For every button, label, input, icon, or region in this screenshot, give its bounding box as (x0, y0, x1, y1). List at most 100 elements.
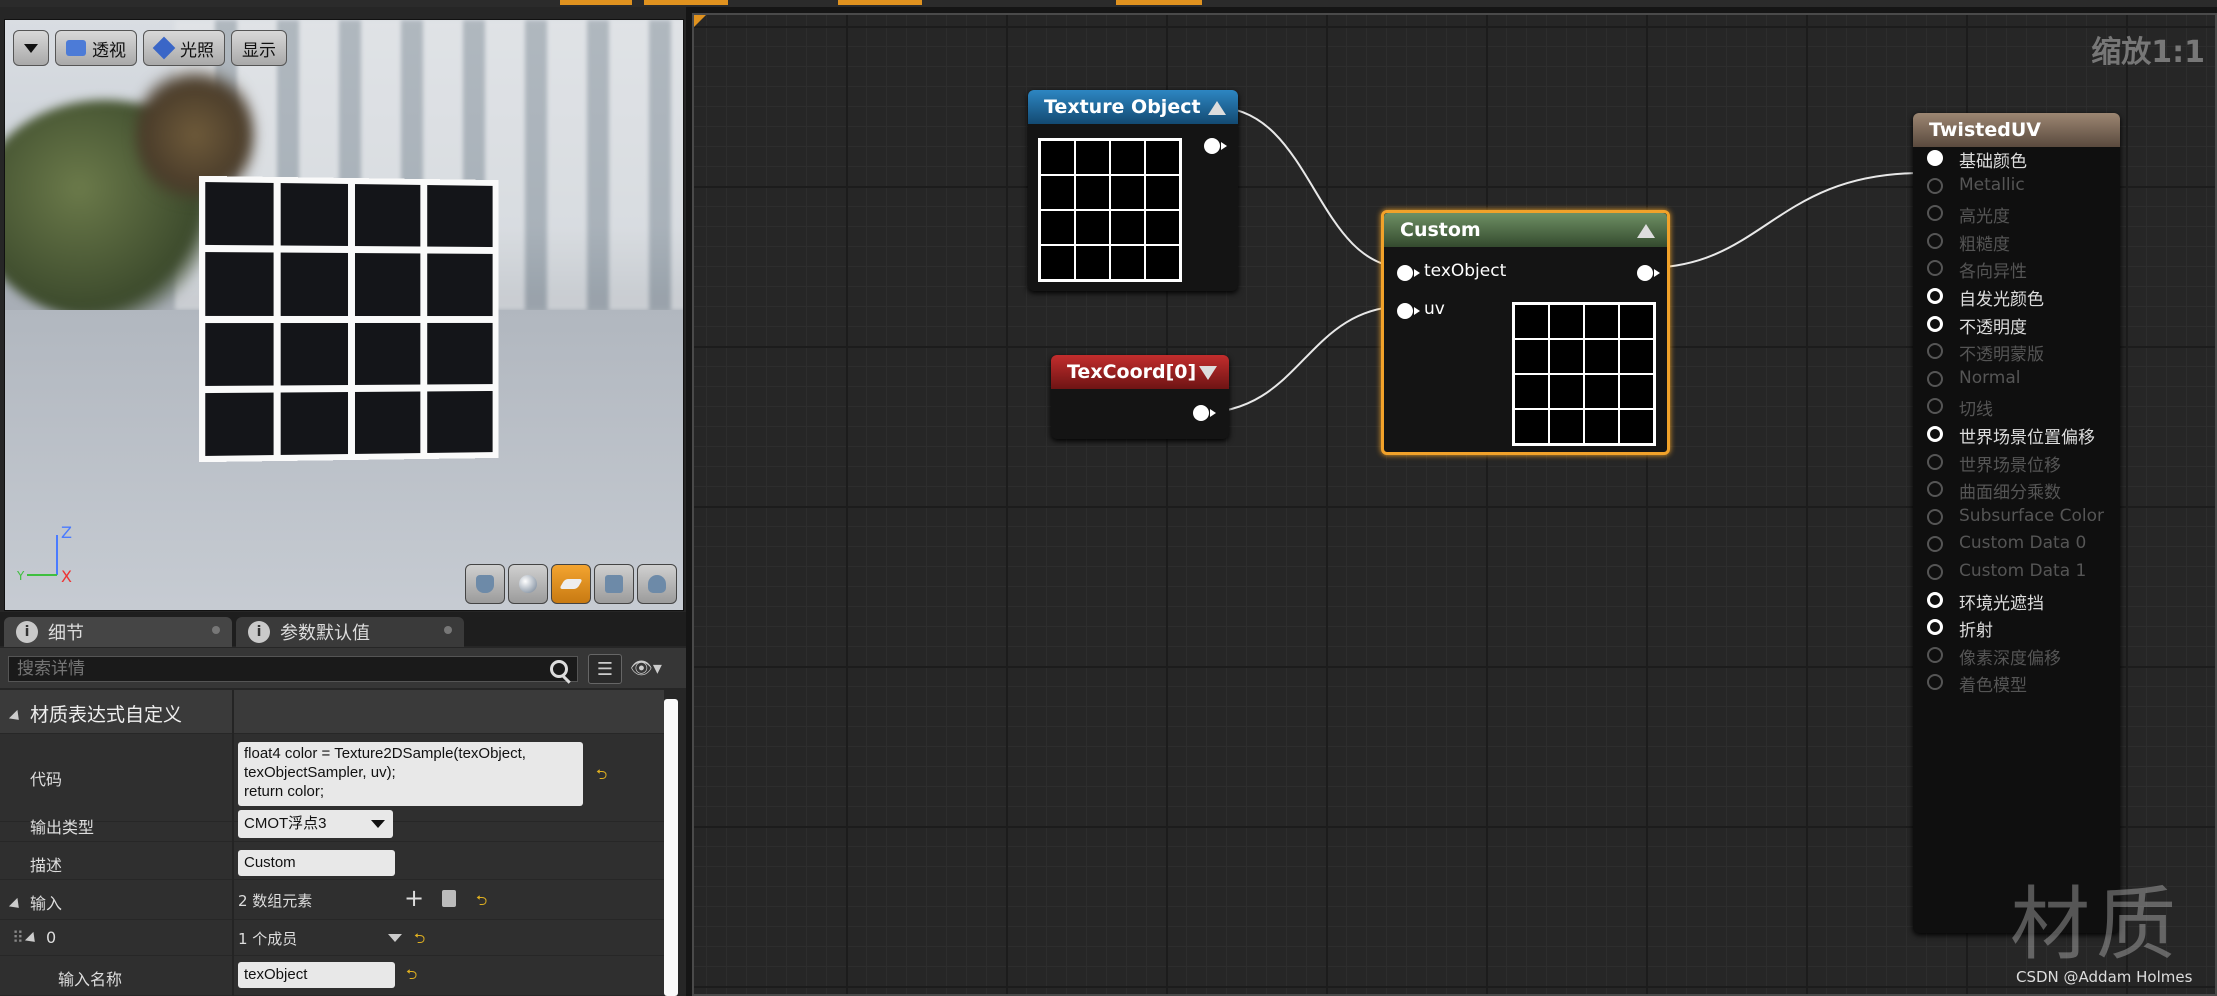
tab-indicator[interactable] (644, 0, 728, 5)
node-header: Texture Object (1028, 90, 1238, 124)
description-label: 描述 (30, 856, 63, 875)
output-type-dropdown[interactable]: CMOT浮点3 (238, 810, 393, 838)
top-tab-strip (0, 0, 2217, 7)
twisteduv-output-node[interactable]: TwistedUV 基础颜色 Metallic 高光度 粗糙度 各向异性 自发光颜色 不透明… (1913, 113, 2120, 933)
sphere-preview-button[interactable] (508, 564, 548, 604)
input-pin[interactable] (1927, 398, 1943, 415)
collapse-icon[interactable] (1637, 224, 1655, 238)
close-tab-icon[interactable] (444, 626, 452, 634)
uv-input-pin[interactable] (1397, 303, 1420, 319)
texobject-input-pin[interactable] (1397, 265, 1420, 281)
custom-node[interactable]: Custom texObject uv (1381, 210, 1670, 455)
input-pin[interactable] (1927, 288, 1943, 304)
wire-base-color (1644, 172, 1923, 269)
input-element-row[interactable]: ⠿ 0 1 个成员 ⮌ (0, 920, 664, 956)
tab-indicator[interactable] (560, 0, 632, 5)
watermark-text: 材质 (2010, 878, 2182, 971)
description-field[interactable]: Custom (238, 850, 395, 876)
tab-indicator[interactable] (1116, 0, 1202, 5)
reset-to-default-icon[interactable]: ⮌ (414, 928, 425, 952)
trash-icon[interactable] (442, 890, 456, 907)
credit-text: CSDN @Addam Holmes (2016, 968, 2193, 986)
input-pin[interactable] (1927, 177, 1943, 194)
eye-icon: 👁▾ (630, 658, 662, 679)
details-scrollbar[interactable] (664, 699, 678, 996)
plane-icon (559, 579, 583, 589)
details-search-row: ☰ 👁▾ (0, 648, 686, 688)
input-pin[interactable] (1927, 481, 1943, 498)
input-pin[interactable] (1927, 260, 1943, 277)
reset-to-default-icon[interactable]: ⮌ (476, 890, 487, 914)
input-pin[interactable] (1927, 315, 1943, 332)
input-pin[interactable] (1927, 646, 1943, 663)
search-details-input[interactable] (8, 656, 578, 682)
node-header: Custom (1384, 213, 1667, 247)
input-pin[interactable] (1927, 205, 1943, 222)
code-textbox[interactable]: float4 color = Texture2DSample(texObject… (238, 742, 583, 806)
output-pin[interactable] (1193, 405, 1216, 421)
preview-viewport[interactable]: 透视 光照 显示 Z X Y (4, 19, 684, 611)
output-type-row: 输出类型 CMOT浮点3 (0, 806, 664, 842)
plane-preview-button[interactable] (551, 564, 591, 604)
input-pin[interactable] (1927, 619, 1943, 636)
texture-object-node[interactable]: Texture Object (1028, 90, 1238, 291)
input-pin[interactable] (1927, 508, 1943, 525)
lighting-button[interactable]: 光照 (143, 30, 225, 66)
property-matrix-button[interactable]: ☰ (588, 654, 622, 684)
node-header: TwistedUV (1913, 113, 2120, 147)
material-input-label: 世界场景位移 (1959, 455, 2061, 476)
input-pin[interactable] (1927, 564, 1943, 580)
tab-parameter-defaults[interactable]: i 参数默认值 (236, 617, 464, 647)
input-name-label: 输入名称 (58, 970, 123, 989)
lit-cube-icon (152, 36, 176, 60)
reset-to-default-icon[interactable]: ⮌ (406, 964, 417, 988)
texcoord-node[interactable]: TexCoord[0] (1051, 355, 1229, 439)
material-input-label: 曲面细分乘数 (1959, 483, 2061, 504)
drag-handle-icon[interactable]: ⠿ (12, 928, 24, 947)
output-pin[interactable] (1204, 138, 1227, 154)
search-icon[interactable] (550, 660, 568, 678)
details-tabs: i 细节 i 参数默认值 (0, 612, 686, 647)
visibility-options-button[interactable]: 👁▾ (630, 658, 678, 680)
input-name-field[interactable]: texObject (238, 962, 395, 988)
input-pin[interactable] (1927, 591, 1943, 608)
expand-icon[interactable] (1199, 366, 1217, 380)
input-pin[interactable] (1927, 674, 1943, 691)
teapot-preview-button[interactable] (637, 564, 677, 604)
reset-to-default-icon[interactable]: ⮌ (596, 764, 607, 788)
info-icon: i (248, 621, 270, 643)
material-input-label: 不透明度 (1959, 317, 2027, 338)
tab-details[interactable]: i 细节 (4, 617, 232, 647)
input-pin[interactable] (1927, 453, 1943, 470)
wire-uv (1198, 305, 1408, 414)
add-element-icon[interactable]: + (404, 884, 424, 912)
input-pin[interactable] (1927, 370, 1943, 387)
custom-preview (1512, 302, 1656, 446)
input-members: 1 个成员 (238, 930, 298, 948)
tab-indicator[interactable] (838, 0, 922, 5)
close-tab-icon[interactable] (212, 626, 220, 634)
material-input-label: Custom Data 0 (1959, 533, 2087, 554)
cube-preview-button[interactable] (594, 564, 634, 604)
cylinder-preview-button[interactable] (465, 564, 505, 604)
node-header: TexCoord[0] (1051, 355, 1229, 389)
input-pin[interactable] (1927, 343, 1943, 360)
viewport-options-button[interactable] (13, 30, 49, 66)
sphere-icon (519, 575, 537, 593)
details-properties: 材质表达式自定义 代码 float4 color = Texture2DSamp… (0, 690, 664, 996)
input-pin[interactable] (1927, 232, 1943, 249)
input-pin[interactable] (1927, 150, 1943, 166)
category-custom-expression[interactable]: 材质表达式自定义 (0, 690, 664, 734)
material-input-label: Custom Data 1 (1959, 561, 2087, 581)
show-button[interactable]: 显示 (231, 30, 287, 66)
input-pin[interactable] (1927, 536, 1943, 553)
chevron-down-icon[interactable] (388, 934, 402, 942)
column-splitter[interactable] (232, 690, 234, 996)
code-label: 代码 (30, 770, 63, 789)
input-pin[interactable] (1927, 426, 1943, 442)
output-pin[interactable] (1637, 265, 1660, 281)
material-input-label: 环境光遮挡 (1959, 593, 2044, 614)
inputs-row[interactable]: 输入 2 数组元素 + ⮌ (0, 880, 664, 920)
collapse-icon[interactable] (1208, 101, 1226, 115)
perspective-button[interactable]: 透视 (55, 30, 137, 66)
